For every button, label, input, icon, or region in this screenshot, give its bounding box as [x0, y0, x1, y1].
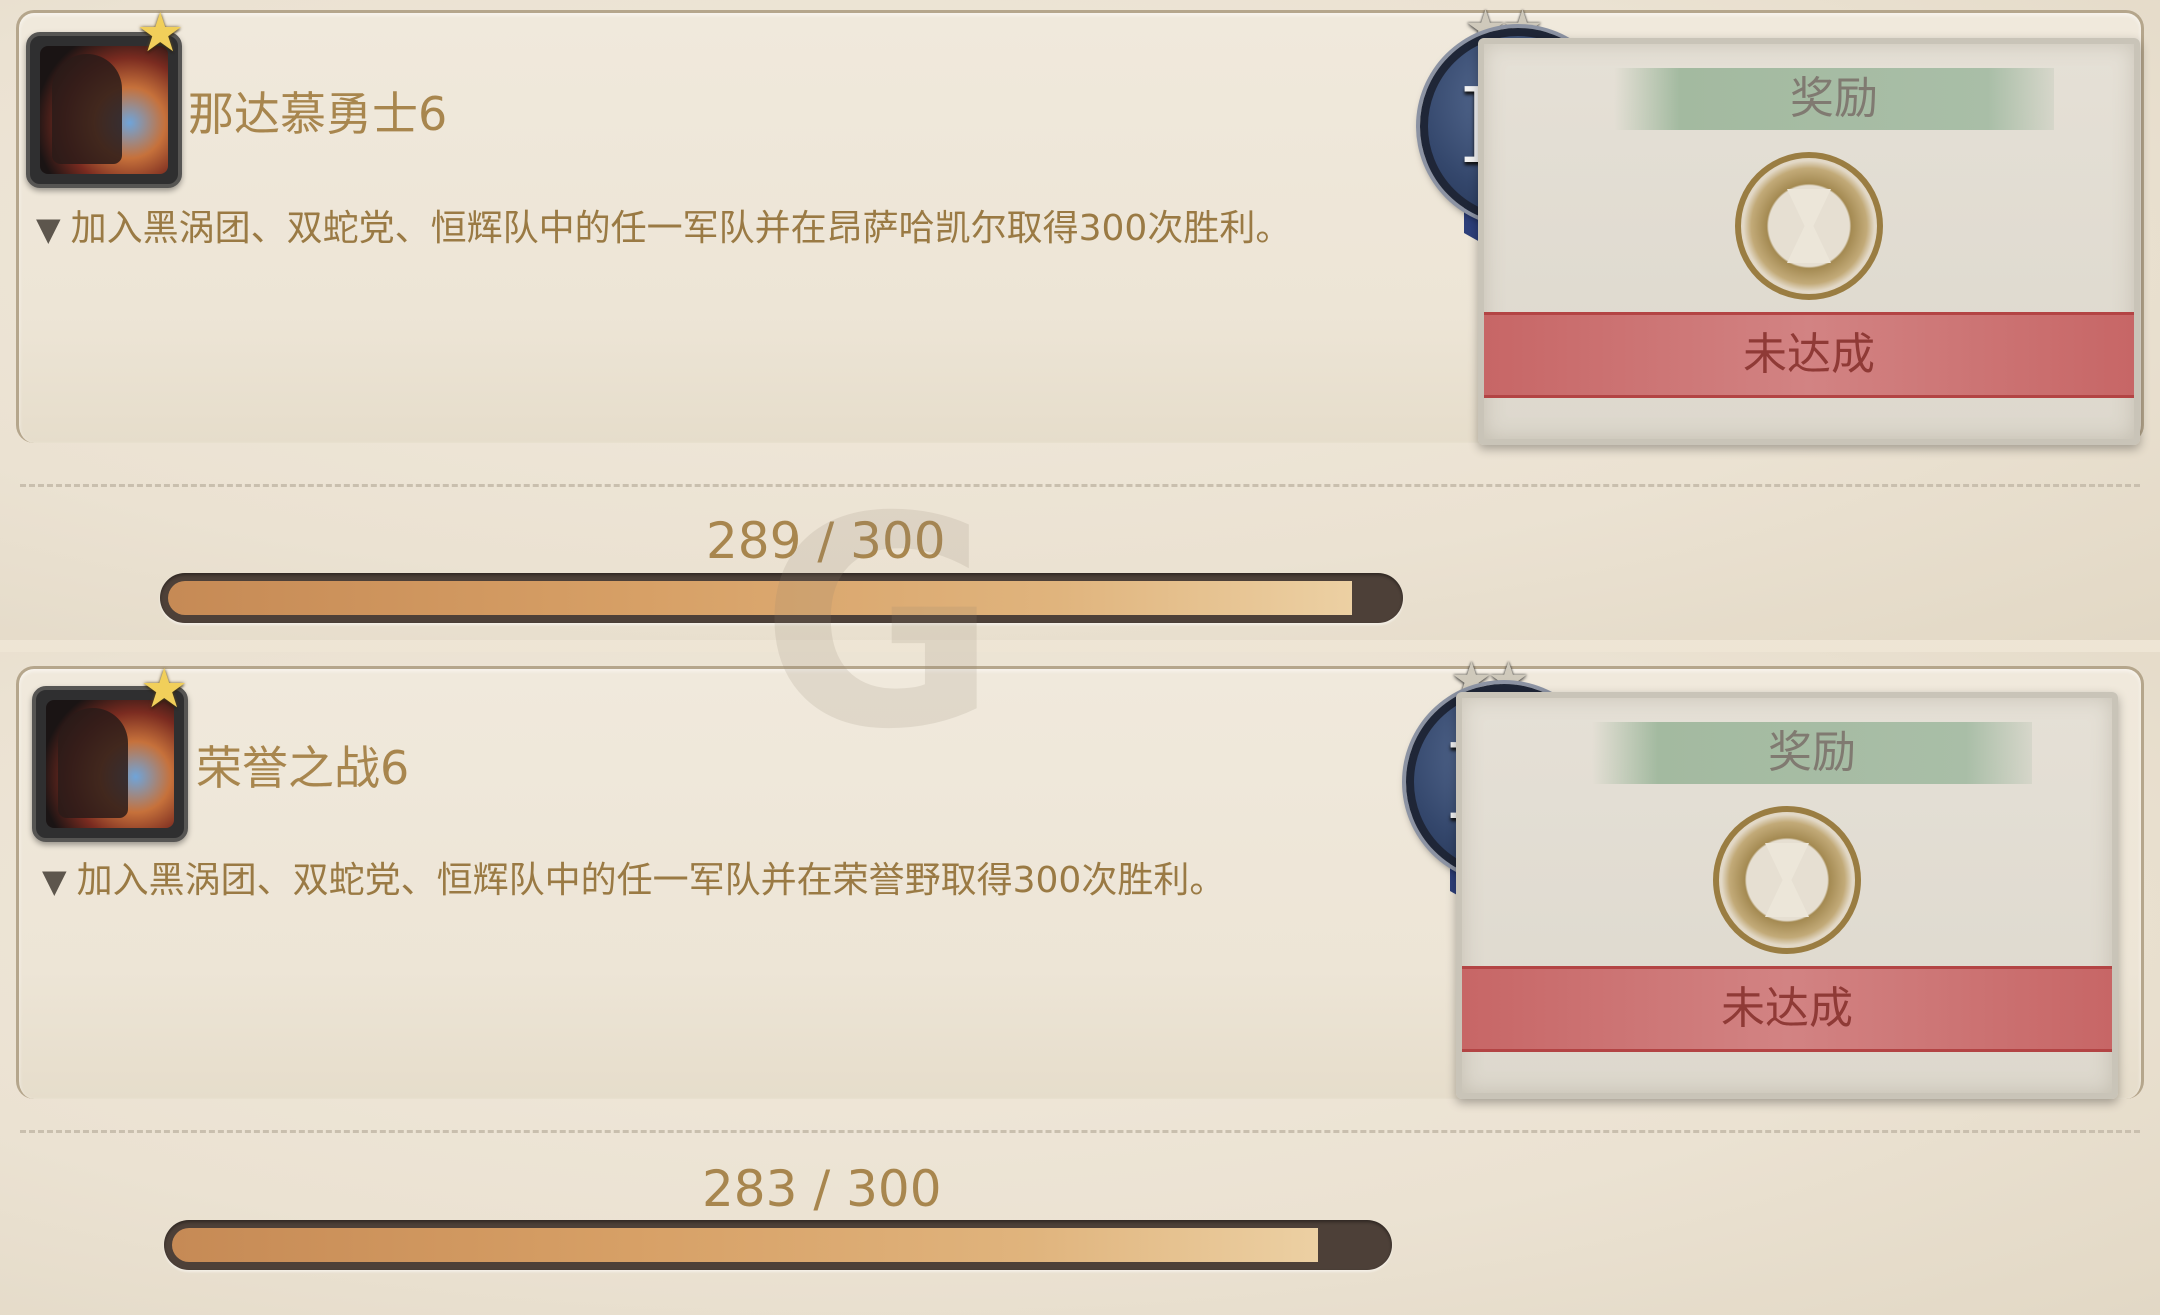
description-text: 加入黑涡团、双蛇党、恒辉队中的任一军队并在荣誉野取得300次胜利。: [76, 860, 1226, 901]
pending-reward-icon: [1713, 806, 1861, 954]
figure-silhouette: [58, 708, 128, 818]
description-text: 加入黑涡团、双蛇党、恒辉队中的任一军队并在昂萨哈凯尔取得300次胜利。: [70, 208, 1292, 249]
divider: [20, 1130, 2140, 1133]
achievement-description: ▼ 加入黑涡团、双蛇党、恒辉队中的任一军队并在荣誉野取得300次胜利。: [42, 856, 1472, 906]
progress-count: 283 / 300: [702, 1160, 942, 1218]
favorite-star-icon[interactable]: ★: [136, 6, 184, 60]
achievement-title: 荣誉之战6: [196, 741, 410, 795]
reward-header: 奖励: [1614, 68, 2054, 130]
pending-reward-icon: [1735, 152, 1883, 300]
favorite-star-icon[interactable]: ★: [140, 662, 188, 716]
status-badge: 未达成: [1462, 966, 2112, 1052]
collapse-triangle-icon[interactable]: ▼: [36, 210, 61, 248]
figure-silhouette: [52, 54, 122, 164]
achievement-title: 那达慕勇士6: [188, 87, 448, 141]
hourglass-icon: [1787, 189, 1831, 263]
watermark-logo: G: [760, 456, 998, 793]
achievement-description: ▼ 加入黑涡团、双蛇党、恒辉队中的任一军队并在昂萨哈凯尔取得300次胜利。: [36, 204, 1446, 254]
reward-panel[interactable]: 奖励 未达成: [1478, 38, 2140, 445]
status-badge: 未达成: [1484, 312, 2134, 398]
progress-bar-fill: [172, 1228, 1318, 1262]
reward-panel[interactable]: 奖励 未达成: [1456, 692, 2118, 1099]
progress-bar: [164, 1220, 1392, 1270]
hourglass-icon: [1765, 843, 1809, 917]
collapse-triangle-icon[interactable]: ▼: [42, 862, 67, 900]
reward-header: 奖励: [1592, 722, 2032, 784]
